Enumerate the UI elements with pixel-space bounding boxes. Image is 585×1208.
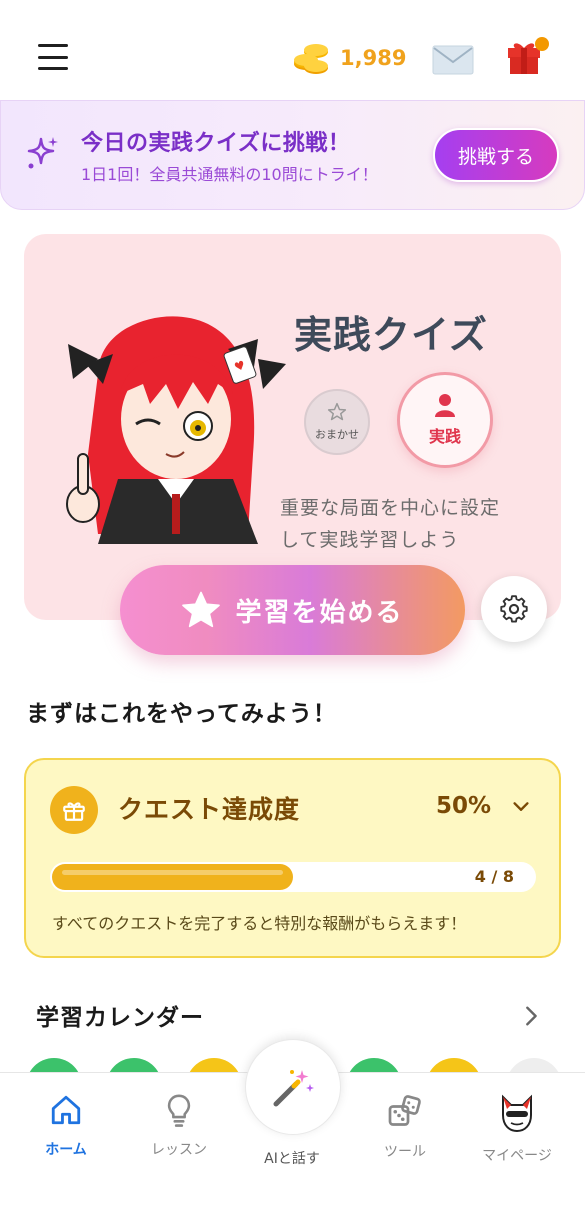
bottom-navigation: ホーム レッスン AIと話す ツール マイページ [0, 1039, 585, 1208]
quiz-title: 実践クイズ [294, 313, 488, 357]
magic-wand-icon [273, 1070, 314, 1107]
challenge-button[interactable]: 挑戦する [433, 128, 559, 182]
practice-quiz-card: ♥ 実践クイズ おまかせ 実践 重要な局面を中心に設定して実践学習しよう [24, 234, 561, 620]
settings-button[interactable] [481, 576, 547, 642]
chevron-down-icon[interactable] [510, 796, 532, 818]
mode-practice-button[interactable]: 実践 [397, 372, 493, 468]
lightbulb-icon [167, 1094, 191, 1127]
mascot-character-illustration: ♥ [66, 316, 286, 544]
quest-title: クエスト達成度 [118, 795, 301, 824]
gift-box-icon [50, 786, 98, 834]
quiz-description: 重要な局面を中心に設定して実践学習しよう [280, 497, 501, 551]
coin-stack-icon [294, 44, 328, 74]
hamburger-menu-icon[interactable] [38, 44, 68, 70]
home-icon [51, 1095, 81, 1125]
quest-progress-card[interactable]: クエスト達成度 50% 4 / 8 すべてのクエストを完了すると特別な報酬がもら… [24, 758, 561, 958]
quest-progress-count: 4 / 8 [474, 867, 514, 886]
nav-lesson-label: レッスン [151, 1142, 207, 1158]
nav-ai-chat-label: AIと話す [264, 1151, 320, 1167]
nav-mypage-label: マイページ [482, 1148, 552, 1164]
daily-challenge-banner[interactable]: 今日の実践クイズに挑戦！ 1日1回！全員共通無料の10問にトライ！ 挑戦する [0, 100, 585, 210]
star-outline-icon [327, 402, 347, 421]
gift-icon[interactable] [505, 36, 551, 76]
star-icon [182, 591, 221, 628]
app-header: 1,989 [0, 0, 585, 102]
nav-home-label: ホーム [45, 1142, 87, 1158]
chevron-right-icon[interactable] [520, 1003, 542, 1029]
coin-count: 1,989 [340, 46, 407, 70]
avatar-icon [502, 1094, 532, 1133]
nav-tools-label: ツール [384, 1144, 426, 1160]
mode-random-button[interactable]: おまかせ [304, 389, 370, 455]
quest-progress-fill [52, 864, 293, 890]
start-learning-label: 学習を始める [235, 597, 404, 628]
start-learning-button[interactable]: 学習を始める [120, 565, 465, 655]
gear-icon [500, 595, 528, 623]
banner-subtitle: 1日1回！全員共通無料の10問にトライ！ [81, 165, 378, 184]
coin-balance[interactable]: 1,989 [292, 40, 406, 76]
sparkle-icon [27, 137, 58, 169]
nav-mypage[interactable]: マイページ [462, 1093, 572, 1165]
section-title: まずはこれをやってみよう！ [26, 701, 337, 727]
person-icon [435, 394, 455, 417]
mail-icon[interactable] [432, 45, 474, 75]
nav-ai-chat-button[interactable] [245, 1039, 341, 1135]
quest-progress-bar: 4 / 8 [50, 862, 536, 892]
nav-home[interactable]: ホーム [11, 1093, 121, 1159]
nav-lesson[interactable]: レッスン [124, 1093, 234, 1159]
calendar-title: 学習カレンダー [36, 1005, 204, 1031]
mode-practice-label: 実践 [428, 427, 461, 446]
banner-title: 今日の実践クイズに挑戦！ [81, 131, 351, 156]
mode-random-label: おまかせ [315, 428, 359, 441]
dice-icon [388, 1095, 421, 1126]
nav-tools[interactable]: ツール [350, 1093, 460, 1161]
quest-reward-note: すべてのクエストを完了すると特別な報酬がもらえます！ [52, 914, 467, 933]
quest-percent: 50% [436, 793, 492, 819]
